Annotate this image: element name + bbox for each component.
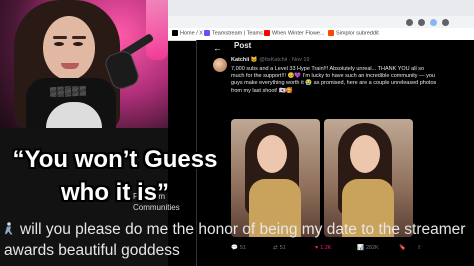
author-line: Katchii 🐱 @ItsKatchii · Nov 19 — [231, 57, 309, 63]
caption-line-1: “You won’t Guess — [12, 146, 218, 173]
bookmark-reddit[interactable]: Simplor subreddit — [328, 30, 379, 36]
eye-right — [73, 42, 83, 46]
post-header-title: Post — [234, 41, 252, 50]
chat-message-text: will you please do me the honor of being… — [4, 221, 466, 259]
teamstream-icon — [204, 30, 210, 36]
streamer-face — [43, 16, 95, 80]
author-handle[interactable]: @ItsKatchii · Nov 19 — [259, 57, 309, 63]
profile-icon[interactable] — [430, 19, 437, 26]
caption-line-2: who it is” — [61, 179, 169, 206]
tab-bar[interactable] — [168, 0, 474, 16]
author-name[interactable]: Katchii 🐱 — [231, 57, 258, 63]
tweet-text: 7,000 subs and a Level 33 Hype Train!!! … — [231, 66, 437, 94]
brow-right — [72, 36, 86, 39]
photo-face — [257, 135, 287, 173]
shirt-graphic: ▒▒▒▒▒ — [49, 85, 88, 97]
author-avatar[interactable] — [213, 58, 227, 72]
brow-left — [53, 36, 67, 39]
stream-screen: ▒▒▒▒▒ Home / X Teamstream | Teams... Whe… — [0, 0, 474, 266]
bookmark-home[interactable]: Home / X — [172, 30, 203, 36]
chat-message: will you please do me the honor of being… — [4, 219, 474, 261]
video-caption: “You won’t Guess who it is” — [0, 143, 230, 209]
eye-left — [54, 42, 64, 46]
extension-icon[interactable] — [406, 19, 413, 26]
bookmark-winter[interactable]: When Winter Flowe... — [264, 30, 325, 36]
puzzle-icon[interactable] — [418, 19, 425, 26]
kneeling-person-icon — [5, 222, 13, 235]
pink-light — [146, 0, 168, 60]
photo-face — [350, 135, 380, 173]
bookmark-teamstream[interactable]: Teamstream | Teams... — [204, 30, 267, 36]
x-logo-icon — [172, 30, 178, 36]
menu-icon[interactable] — [442, 19, 449, 26]
youtube-icon — [264, 30, 270, 36]
back-arrow-icon[interactable]: ← — [213, 43, 222, 53]
streamer-webcam: ▒▒▒▒▒ — [0, 0, 168, 128]
reddit-icon — [328, 30, 334, 36]
